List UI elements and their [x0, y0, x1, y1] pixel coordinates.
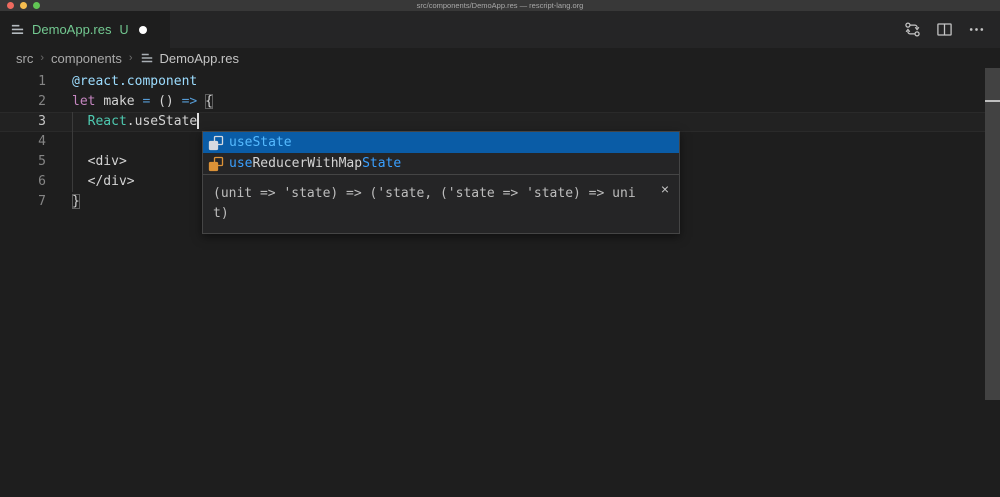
overview-ruler-cursor-mark [985, 100, 1000, 102]
code-line-1[interactable]: 1 @react.component [0, 72, 213, 92]
breadcrumb: src › components › DemoApp.res [0, 48, 1000, 68]
editor[interactable]: 1@react.component2let make = () => {3 Re… [0, 68, 1000, 497]
code-token: let [72, 94, 95, 109]
line-number: 7 [0, 192, 46, 212]
code-text: let make = () => { [72, 92, 213, 112]
close-doc-icon[interactable]: × [661, 182, 669, 196]
code-token: => [182, 94, 198, 109]
line-number: 1 [0, 72, 46, 92]
code-token: make [103, 94, 134, 109]
line-number: 4 [0, 132, 46, 152]
code-line-3[interactable]: 3 React.useState [0, 112, 213, 132]
code-line-6[interactable]: 6 </div> [0, 172, 213, 192]
git-status-badge: U [119, 23, 128, 37]
code-text: @react.component [72, 72, 197, 92]
code-text: </div> [72, 172, 135, 192]
code-token: <div> [72, 154, 127, 169]
code-text: <div> [72, 152, 127, 172]
code-token: @react.component [72, 74, 197, 89]
suggest-widget: useState useReducerWithMapState (unit => … [202, 131, 680, 234]
editor-actions [904, 11, 1000, 48]
breadcrumb-item-src[interactable]: src [16, 51, 33, 66]
tab-bar: DemoApp.res U [0, 11, 1000, 48]
split-editor-icon[interactable] [936, 21, 953, 38]
tab-label: DemoApp.res [32, 22, 111, 37]
titlebar: src/components/DemoApp.res — rescript-la… [0, 0, 1000, 11]
breadcrumb-item-components[interactable]: components [51, 51, 122, 66]
zoom-window-button[interactable] [33, 2, 40, 9]
breadcrumb-item-file[interactable]: DemoApp.res [160, 51, 239, 66]
suggest-item-label: useReducerWithMapState [229, 156, 401, 171]
code-text: } [72, 192, 80, 212]
suggest-list: useState useReducerWithMapState [203, 132, 679, 174]
suggest-item-useReducerWithMapState[interactable]: useReducerWithMapState [203, 153, 679, 174]
code-token: </div> [72, 174, 135, 189]
code-line-7[interactable]: 7} [0, 192, 213, 212]
code-token [150, 94, 158, 109]
code-token: .useState [127, 114, 197, 129]
code-area: 1@react.component2let make = () => {3 Re… [0, 72, 213, 212]
code-text: React.useState [72, 112, 199, 132]
file-list-icon [10, 22, 25, 37]
code-line-2[interactable]: 2 let make = () => { [0, 92, 213, 112]
more-actions-icon[interactable] [968, 21, 985, 38]
tab-demoapp-res[interactable]: DemoApp.res U [0, 11, 170, 48]
vertical-scrollbar[interactable] [985, 68, 1000, 400]
suggest-item-label: useState [229, 135, 292, 150]
suggest-item-useState[interactable]: useState [203, 132, 679, 153]
code-token [72, 114, 88, 129]
line-number: 2 [0, 92, 46, 112]
symbol-value-icon [208, 156, 224, 172]
breadcrumb-separator: › [40, 52, 44, 64]
code-token [174, 94, 182, 109]
suggest-doc-panel: (unit => 'state) => ('state, ('state => … [203, 174, 679, 233]
symbol-value-icon [208, 135, 224, 151]
code-token: React [88, 114, 127, 129]
line-number: 6 [0, 172, 46, 192]
file-list-icon [140, 51, 154, 65]
close-window-button[interactable] [7, 2, 14, 9]
line-number: 5 [0, 152, 46, 172]
compare-changes-icon[interactable] [904, 21, 921, 38]
vscode-window: src/components/DemoApp.res — rescript-la… [0, 0, 1000, 497]
code-line-4[interactable]: 4 [0, 132, 213, 152]
text-cursor [197, 113, 199, 129]
suggest-doc-signature: (unit => 'state) => ('state, ('state => … [213, 184, 639, 224]
unsaved-changes-dot[interactable] [139, 26, 147, 34]
code-line-5[interactable]: 5 <div> [0, 152, 213, 172]
code-token: } [72, 194, 80, 209]
traffic-lights [7, 2, 40, 9]
code-token [197, 94, 205, 109]
minimize-window-button[interactable] [20, 2, 27, 9]
window-title: src/components/DemoApp.res — rescript-la… [0, 0, 1000, 11]
code-token: () [158, 94, 174, 109]
breadcrumb-separator: › [129, 52, 133, 64]
code-token: { [205, 94, 213, 109]
line-number: 3 [0, 112, 46, 132]
